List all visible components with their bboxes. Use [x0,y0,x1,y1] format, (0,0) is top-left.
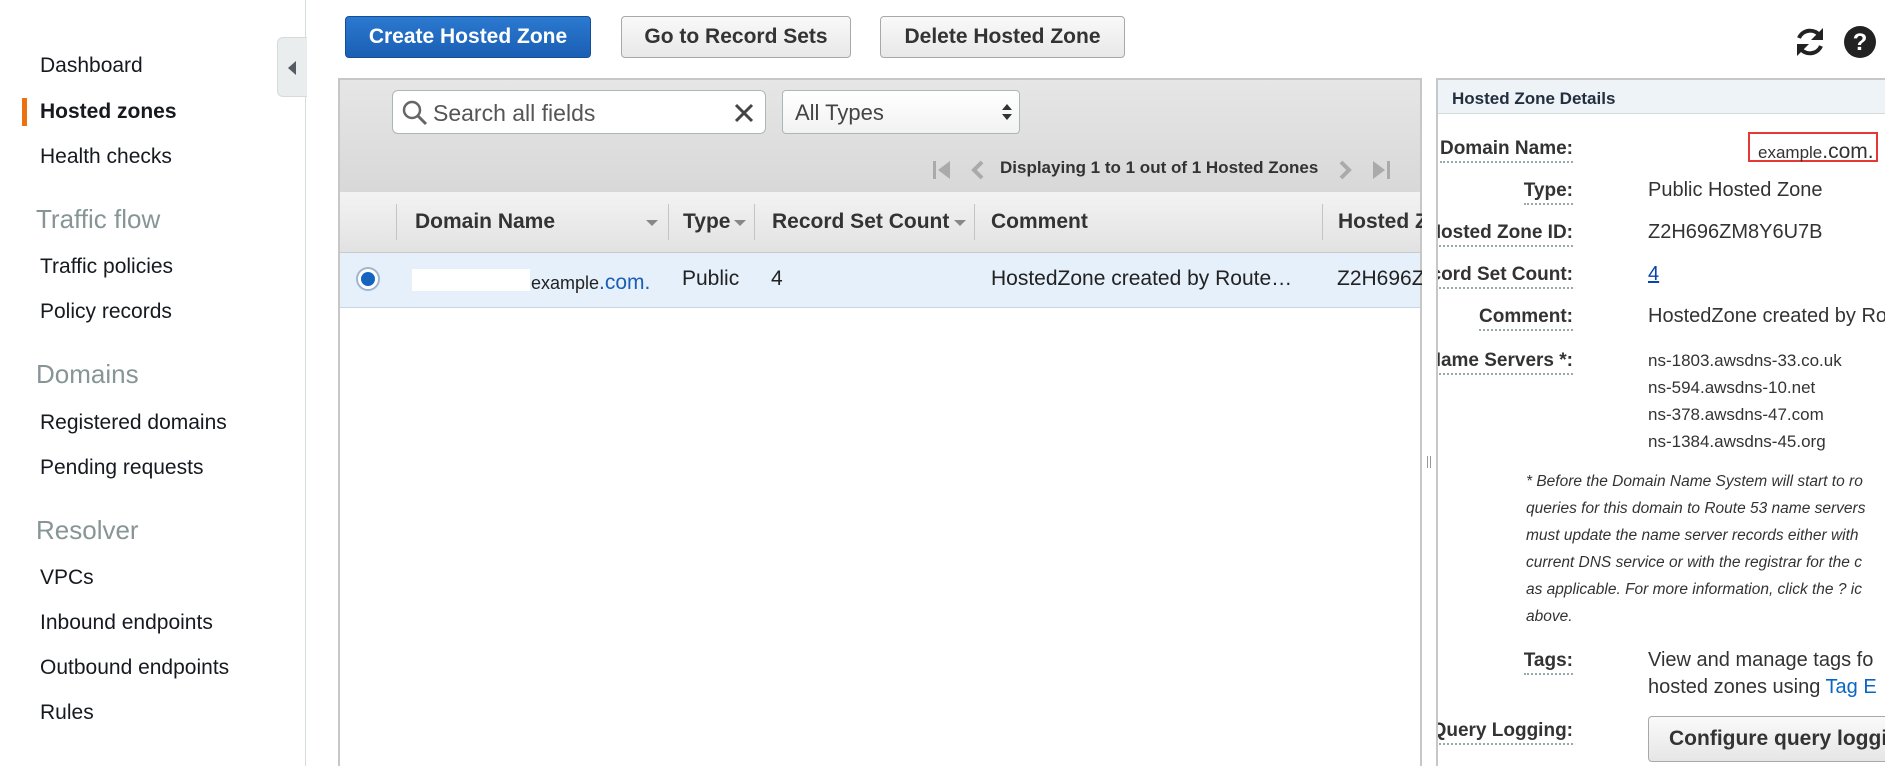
select-arrows-icon [1002,104,1012,120]
tags-text: hosted zones using [1648,676,1821,698]
sidebar-item-traffic-policies[interactable]: Traffic policies [40,255,173,279]
label-hosted-zone-id: Hosted Zone ID: [1438,222,1573,247]
sidebar-item-outbound-endpoints[interactable]: Outbound endpoints [40,656,229,680]
label-query-logging: Query Logging: [1438,720,1573,745]
note-line: above. [1526,608,1573,625]
sidebar: Dashboard Hosted zones Health checks Tra… [0,0,306,766]
table-row[interactable]: example.com. Public 4 HostedZone created… [340,253,1425,308]
configure-query-logging-button[interactable]: Configure query loggi [1648,716,1885,762]
name-server-item: ns-378.awsdns-47.com [1648,405,1824,424]
row-hosted-zone-id: Z2H696Z [1337,267,1425,290]
label-record-set-count: Record Set Count: [1438,264,1573,289]
sidebar-item-health-checks[interactable]: Health checks [40,145,172,169]
name-server-item: ns-1384.awsdns-45.org [1648,432,1826,451]
previous-page-icon[interactable] [966,158,992,182]
hosted-zones-grid: All Types Displaying 1 to 1 out of 1 Hos… [338,78,1428,766]
sidebar-item-vpcs[interactable]: VPCs [40,566,94,590]
sort-arrow-icon [954,220,966,226]
row-record-set-count: 4 [771,267,783,290]
hosted-zone-details-panel: Hosted Zone Details Domain Name: example… [1436,78,1885,766]
column-comment[interactable]: Comment [991,210,1088,234]
column-hosted-zone-id[interactable]: Hosted Z [1338,210,1428,234]
sort-arrow-icon [646,220,658,226]
sidebar-item-pending-requests[interactable]: Pending requests [40,456,203,480]
column-separator [754,204,755,240]
note-line: current DNS service or with the registra… [1526,554,1862,571]
sidebar-item-rules[interactable]: Rules [40,701,94,725]
row-domain-tld: .com. [599,271,651,294]
sidebar-section-domains: Domains [36,359,139,389]
table-header: Domain Name Type Record Set Count Commen… [340,192,1428,253]
label-comment: Comment: [1479,306,1573,331]
panel-splitter[interactable] [1422,78,1436,766]
sidebar-item-dashboard[interactable]: Dashboard [40,54,143,78]
column-separator [396,204,397,240]
chevron-left-icon [288,61,296,75]
row-domain-name: example.com. [531,271,650,295]
detail-comment: HostedZone created by Rou [1648,305,1885,327]
pager-status: Displaying 1 to 1 out of 1 Hosted Zones [1000,158,1319,177]
active-indicator [22,98,27,126]
name-server-item: ns-594.awsdns-10.net [1648,378,1816,397]
help-icon[interactable]: ? [1842,24,1878,60]
detail-hosted-zone-id: Z2H696ZM8Y6U7B [1648,221,1823,243]
details-header: Hosted Zone Details [1438,80,1885,114]
first-page-icon[interactable] [930,158,956,182]
sidebar-item-policy-records[interactable]: Policy records [40,300,172,324]
row-comment: HostedZone created by Route… [991,267,1293,290]
sidebar-item-inbound-endpoints[interactable]: Inbound endpoints [40,611,213,635]
row-select-radio[interactable] [356,267,380,291]
name-servers-note: * Before the Domain Name System will sta… [1526,468,1885,630]
label-domain-name: Domain Name: [1439,138,1573,163]
sidebar-section-resolver: Resolver [36,515,139,545]
column-domain-name[interactable]: Domain Name [415,210,555,234]
tag-editor-link[interactable]: Tag E [1826,676,1877,698]
column-separator [668,204,669,240]
details-title: Hosted Zone Details [1452,89,1616,108]
sidebar-item-registered-domains[interactable]: Registered domains [40,411,227,435]
go-to-record-sets-button[interactable]: Go to Record Sets [621,16,851,58]
search-icon [402,100,428,126]
label-tags: Tags: [1523,650,1573,675]
row-type: Public [682,267,740,290]
sidebar-item-hosted-zones[interactable]: Hosted zones [40,100,177,124]
column-type[interactable]: Type [683,210,730,234]
search-input[interactable] [431,97,725,129]
last-page-icon[interactable] [1368,158,1394,182]
type-filter-value: All Types [795,100,884,125]
grid-toolbar: All Types Displaying 1 to 1 out of 1 Hos… [340,80,1420,193]
detail-domain-name: example.com. [1758,140,1874,164]
note-line: as applicable. For more information, cli… [1526,581,1862,598]
label-name-servers: Name Servers *: [1438,350,1573,375]
svg-text:?: ? [1853,29,1868,56]
create-hosted-zone-button[interactable]: Create Hosted Zone [345,16,591,58]
row-domain-main: example [531,273,600,293]
sidebar-collapse-button[interactable] [277,37,307,97]
detail-tags-line1: View and manage tags fo [1648,649,1874,671]
note-line: must update the name server records eith… [1526,527,1859,544]
sidebar-section-traffic-flow: Traffic flow [36,204,161,234]
note-line: queries for this domain to Route 53 name… [1526,500,1866,517]
sort-arrow-icon [734,220,746,226]
record-set-count-link[interactable]: 4 [1648,263,1659,286]
detail-tags-line2: hosted zones using Tag E [1648,676,1877,699]
column-record-set-count[interactable]: Record Set Count [772,210,949,234]
column-separator [974,204,975,240]
label-type: Type: [1523,180,1573,205]
type-filter-select[interactable]: All Types [782,90,1020,134]
detail-type: Public Hosted Zone [1648,179,1823,201]
refresh-icon[interactable] [1792,24,1828,60]
column-separator [1322,204,1323,240]
note-line: * Before the Domain Name System will sta… [1526,473,1863,490]
redaction-block [412,269,530,291]
detail-domain-main: example [1758,143,1823,162]
search-box[interactable] [392,90,766,134]
delete-hosted-zone-button[interactable]: Delete Hosted Zone [880,16,1125,58]
splitter-grip-icon [1427,456,1431,468]
next-page-icon[interactable] [1332,158,1358,182]
name-server-item: ns-1803.awsdns-33.co.uk [1648,351,1842,370]
clear-search-icon[interactable] [733,102,755,124]
detail-domain-tld: .com. [1822,140,1874,163]
